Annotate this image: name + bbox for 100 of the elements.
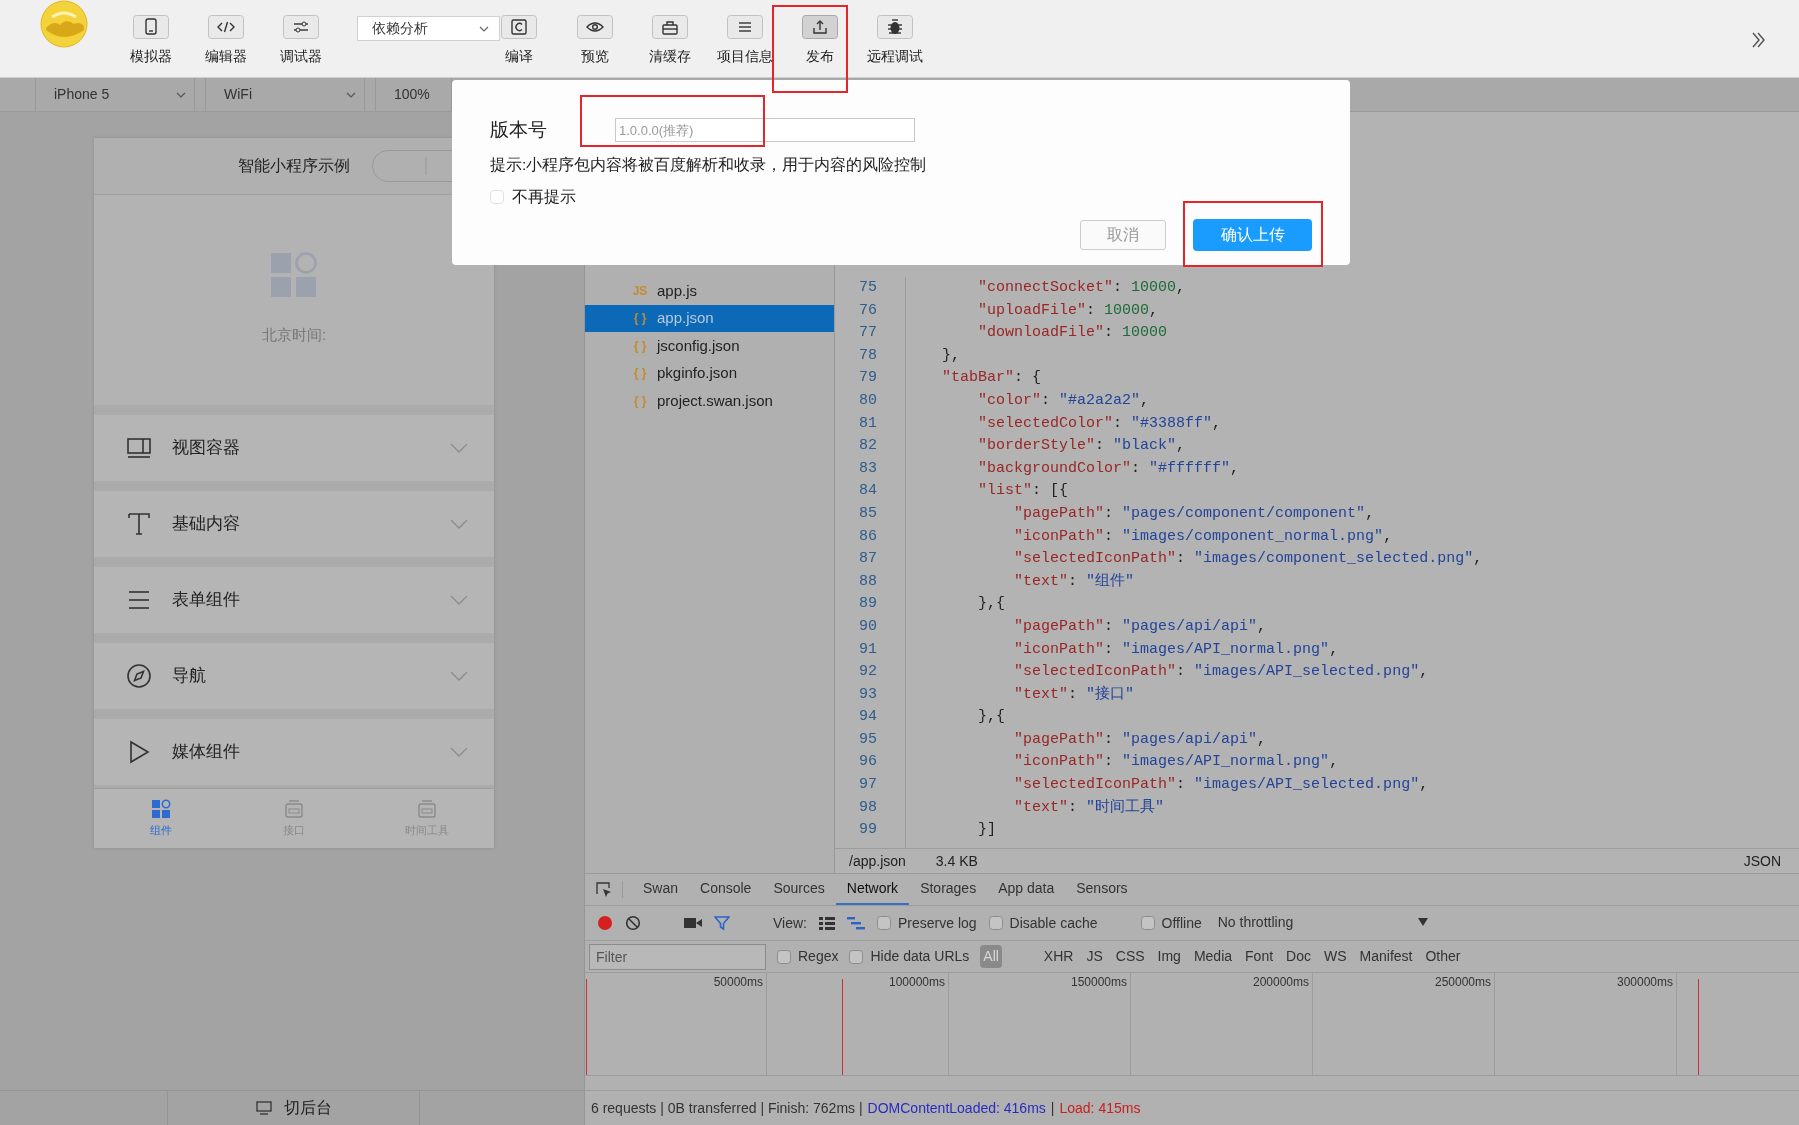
- line-number: 82: [858, 436, 878, 457]
- list-view-icon[interactable]: [819, 916, 835, 930]
- code-line: "selectedIconPath": "images/API_selected.png",: [1013, 775, 1430, 796]
- devtools-tab[interactable]: Sensors: [1065, 874, 1139, 905]
- type-filter[interactable]: Img: [1156, 946, 1182, 967]
- checkbox[interactable]: [777, 949, 791, 964]
- background-button[interactable]: 切后台: [167, 1091, 420, 1125]
- throttling-dropdown[interactable]: No throttling: [1213, 911, 1433, 935]
- line-number: 87: [858, 549, 878, 570]
- checkbox[interactable]: [849, 949, 864, 964]
- code-line: "text": "时间工具": [1013, 797, 1166, 818]
- type-filter[interactable]: Other: [1424, 946, 1462, 967]
- menu-item[interactable]: 导航: [94, 643, 494, 709]
- devtools-tab[interactable]: Storages: [909, 874, 988, 905]
- device-dropdown[interactable]: iPhone 5: [35, 78, 195, 111]
- code-line: "selectedColor": "#3388ff",: [977, 413, 1223, 434]
- line-number: 88: [858, 571, 878, 592]
- type-filter[interactable]: Font: [1244, 946, 1275, 967]
- file-item[interactable]: { } project.swan.json: [585, 387, 834, 415]
- line-number: 78: [858, 345, 878, 366]
- devtools-tab[interactable]: App data: [987, 874, 1066, 905]
- monitor-icon: [255, 1101, 272, 1115]
- file-item[interactable]: { } app.json: [585, 304, 834, 332]
- file-item[interactable]: { } jsconfig.json: [585, 332, 834, 360]
- network-dropdown[interactable]: WiFi: [205, 78, 365, 111]
- text-t-icon: [126, 510, 152, 538]
- code-line: },{: [977, 594, 1007, 615]
- file-type-icon: { }: [625, 309, 655, 328]
- dependency-dropdown[interactable]: 依赖分析: [357, 16, 500, 41]
- checkbox-label[interactable]: Regex: [798, 946, 839, 967]
- toolbar-button[interactable]: 项目信息: [707, 0, 782, 68]
- inspect-icon[interactable]: [595, 880, 613, 899]
- code-line: "text": "组件": [1013, 571, 1136, 592]
- double-chevron-icon[interactable]: [1751, 31, 1765, 49]
- tick-label: 200000ms: [1252, 975, 1309, 989]
- waterfall-icon[interactable]: [847, 916, 865, 930]
- line-number: 81: [858, 413, 878, 434]
- toolbar-button[interactable]: 模拟器: [113, 0, 188, 68]
- version-field[interactable]: 1.0.0.0(推荐): [615, 118, 915, 142]
- language-label: JSON: [1743, 851, 1781, 871]
- record-icon[interactable]: [597, 915, 613, 931]
- checkbox-label[interactable]: 不再提示: [512, 185, 576, 209]
- code-line: "pagePath": "pages/api/api",: [1013, 729, 1268, 750]
- line-number: 80: [858, 390, 878, 411]
- checkbox-label[interactable]: Hide data URLs: [870, 946, 970, 967]
- toolbar-button[interactable]: 远程调试: [857, 0, 932, 68]
- type-filter[interactable]: Media: [1192, 946, 1234, 967]
- menu-item[interactable]: 基础内容: [94, 491, 494, 557]
- menu-item[interactable]: 视图容器: [94, 415, 494, 481]
- code-line: "text": "接口": [1013, 684, 1136, 705]
- code-line: "uploadFile": 10000,: [977, 300, 1160, 321]
- toolbar-button[interactable]: 调试器: [263, 0, 338, 68]
- file-item[interactable]: { } pkginfo.json: [585, 359, 834, 387]
- toolbar-button[interactable]: 编译: [500, 0, 538, 68]
- tick-label: 50000ms: [713, 975, 763, 989]
- code-line: "iconPath": "images/API_normal.png",: [1013, 639, 1340, 660]
- checkbox[interactable]: [988, 916, 1003, 930]
- tick-label: 300000ms: [1616, 975, 1673, 989]
- code-line: }]: [977, 820, 997, 841]
- filter-icon[interactable]: [714, 915, 730, 931]
- checkbox[interactable]: [1140, 916, 1155, 930]
- type-filter[interactable]: Manifest: [1358, 946, 1414, 967]
- tick-label: 100000ms: [888, 975, 945, 989]
- devtools-tab[interactable]: Sources: [762, 874, 836, 905]
- menu-item[interactable]: 媒体组件: [94, 719, 494, 785]
- toolbar-button[interactable]: 预览: [557, 0, 632, 68]
- checkbox-label[interactable]: Offline: [1161, 912, 1202, 934]
- line-number: 94: [858, 707, 878, 728]
- file-item[interactable]: JS app.js: [585, 277, 834, 305]
- checkbox[interactable]: [877, 916, 891, 930]
- code-line: "pagePath": "pages/component/component",: [1013, 503, 1376, 524]
- devtools-tab[interactable]: Network: [835, 874, 910, 905]
- checkbox-label[interactable]: Preserve log: [898, 912, 977, 934]
- toolbar-button[interactable]: 编辑器: [188, 0, 263, 68]
- toolbar-button[interactable]: 清缓存: [632, 0, 707, 68]
- type-filter[interactable]: XHR: [1042, 946, 1075, 967]
- line-number: 84: [858, 481, 878, 502]
- clear-icon[interactable]: [625, 915, 641, 931]
- type-filter[interactable]: CSS: [1114, 946, 1146, 967]
- code-line: },{: [977, 707, 1007, 728]
- file-type-icon: { }: [625, 336, 655, 355]
- caret-icon: [176, 91, 186, 98]
- devtools-tab[interactable]: Console: [689, 874, 763, 905]
- type-filter[interactable]: WS: [1322, 946, 1348, 967]
- type-filter[interactable]: Doc: [1285, 946, 1312, 967]
- devtools-tab[interactable]: Swan: [632, 874, 690, 905]
- file-type-icon: { }: [625, 391, 655, 410]
- code-line: "selectedIconPath": "images/API_selected.png",: [1013, 662, 1430, 683]
- camera-icon[interactable]: [684, 917, 702, 929]
- code-line: "pagePath": "pages/api/api",: [1013, 616, 1268, 637]
- menu-item[interactable]: 表单组件: [94, 567, 494, 633]
- type-filter[interactable]: JS: [1085, 946, 1104, 967]
- file-type-icon: JS: [625, 281, 655, 300]
- toolbar-button[interactable]: 发布: [782, 0, 857, 68]
- code-line: "downloadFile": 10000: [977, 323, 1169, 344]
- filter-field[interactable]: Filter: [589, 943, 766, 970]
- checkbox-label[interactable]: Disable cache: [1009, 912, 1098, 934]
- file-path: /app.json: [849, 851, 906, 871]
- line-number: 98: [858, 797, 878, 818]
- file-type-icon: { }: [625, 364, 655, 383]
